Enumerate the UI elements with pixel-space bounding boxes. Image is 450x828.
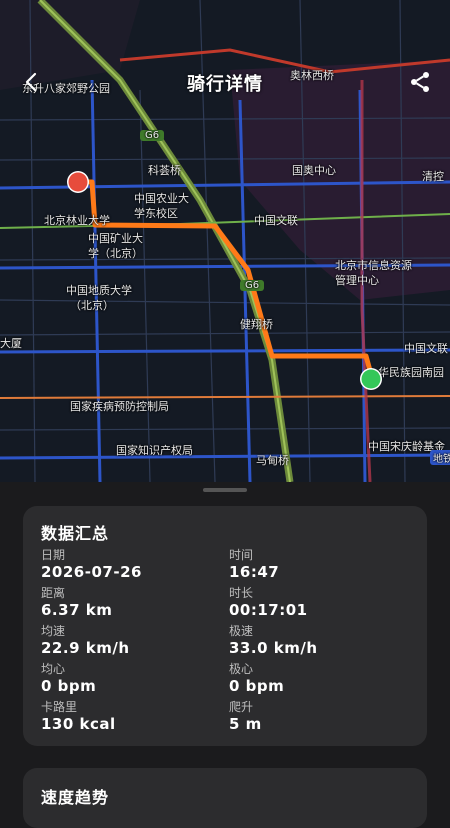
map-label: 科荟桥 [148, 164, 181, 177]
stat-value: 00:17:01 [229, 601, 308, 619]
map-label: （北京） [70, 299, 114, 312]
stat-label: 均速 [41, 624, 66, 638]
map-label: 大厦 [0, 337, 22, 350]
detail-sheet[interactable]: 数据汇总 日期 2026-07-26 时间 16:47 距离 6.37 km 时… [0, 482, 450, 828]
map-label: G6 [240, 280, 265, 291]
stat-label: 爬升 [229, 700, 254, 714]
map-label: G6 [140, 130, 165, 141]
map-label: 中国文联 [254, 214, 298, 227]
map-label: 中国农业大 [134, 192, 189, 205]
map-label: 中国文联 [404, 342, 448, 355]
map-label: 地铁 [430, 450, 450, 465]
stat-value: 2026-07-26 [41, 563, 142, 581]
stat-label: 日期 [41, 548, 66, 562]
share-icon[interactable] [408, 70, 432, 94]
page-title: 骑行详情 [187, 74, 263, 95]
stat-label: 时长 [229, 586, 254, 600]
stat-calories: 卡路里 130 kcal [41, 700, 116, 734]
drag-handle[interactable] [203, 488, 247, 492]
stat-value: 16:47 [229, 563, 280, 581]
stat-max-heart: 极心 0 bpm [229, 662, 284, 696]
stat-max-speed: 极速 33.0 km/h [229, 624, 318, 658]
map-label: 国家疾病预防控制局 [70, 400, 169, 413]
stat-label: 均心 [41, 662, 66, 676]
stat-label: 时间 [229, 548, 254, 562]
stat-value: 0 bpm [41, 677, 97, 695]
stat-value: 22.9 km/h [41, 639, 130, 657]
map-label: 华民族园南园 [378, 366, 444, 379]
stat-climb: 爬升 5 m [229, 700, 262, 734]
stat-value: 33.0 km/h [229, 639, 318, 657]
stat-duration: 时长 00:17:01 [229, 586, 308, 620]
map-label: 学东校区 [134, 207, 178, 220]
speed-trend-card: 速度趋势 [23, 768, 427, 828]
stat-label: 距离 [41, 586, 66, 600]
map-label: 健翔桥 [240, 318, 273, 331]
start-marker [67, 171, 89, 193]
stat-avg-heart: 均心 0 bpm [41, 662, 96, 696]
stat-value: 130 kcal [41, 715, 116, 733]
map-label: 清控 [422, 170, 444, 183]
stat-label: 极速 [229, 624, 254, 638]
stat-distance: 距离 6.37 km [41, 586, 112, 620]
map-label: 北京林业大学 [44, 214, 110, 227]
map-label: 马甸桥 [256, 454, 289, 467]
map-label: 国奥中心 [292, 164, 336, 177]
stat-time: 时间 16:47 [229, 548, 279, 582]
top-bar: 骑行详情 [0, 62, 450, 102]
stat-label: 极心 [229, 662, 254, 676]
stat-date: 日期 2026-07-26 [41, 548, 142, 582]
speed-trend-title: 速度趋势 [41, 788, 110, 807]
stat-avg-speed: 均速 22.9 km/h [41, 624, 130, 658]
map-label: 中国矿业大 [88, 232, 143, 245]
summary-card: 数据汇总 日期 2026-07-26 时间 16:47 距离 6.37 km 时… [23, 506, 427, 746]
summary-title: 数据汇总 [41, 524, 110, 543]
map-label: 北京市信息资源 [335, 259, 412, 272]
stat-value: 0 bpm [229, 677, 285, 695]
stat-value: 5 m [229, 715, 262, 733]
map-label: 管理中心 [335, 274, 379, 287]
map-label: 学（北京） [88, 247, 143, 260]
end-marker [360, 368, 382, 390]
map-label: 国家知识产权局 [116, 444, 193, 457]
stat-value: 6.37 km [41, 601, 113, 619]
stat-label: 卡路里 [41, 700, 78, 714]
map-label: 中国地质大学 [66, 284, 132, 297]
